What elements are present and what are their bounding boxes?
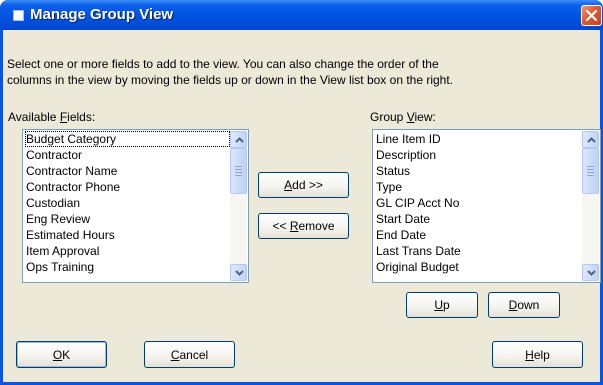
list-item[interactable]: Item Approval bbox=[25, 243, 230, 259]
cancel-button[interactable]: Cancel bbox=[144, 341, 235, 368]
list-item[interactable]: Contractor bbox=[25, 147, 230, 163]
list-item[interactable]: GL CIP Acct No bbox=[375, 195, 582, 211]
move-up-button[interactable]: Up bbox=[406, 292, 478, 318]
available-fields-list[interactable]: Budget Category Contractor Contractor Na… bbox=[22, 129, 249, 283]
ok-button[interactable]: OK bbox=[16, 341, 107, 368]
scroll-down-button[interactable] bbox=[230, 264, 247, 281]
scroll-thumb[interactable] bbox=[230, 148, 247, 194]
list-item[interactable]: Status bbox=[375, 163, 582, 179]
list-item[interactable]: Description bbox=[375, 147, 582, 163]
list-item[interactable]: Contractor Name bbox=[25, 163, 230, 179]
close-button[interactable] bbox=[581, 5, 602, 26]
list-item[interactable]: Contractor Phone bbox=[25, 179, 230, 195]
move-down-button[interactable]: Down bbox=[488, 292, 560, 318]
instructions-text: Select one or more fields to add to the … bbox=[7, 57, 454, 87]
chevron-down-icon bbox=[587, 270, 596, 276]
available-fields-label: Available Fields: bbox=[8, 110, 96, 124]
list-item[interactable]: Custodian bbox=[25, 195, 230, 211]
available-scrollbar[interactable] bbox=[230, 131, 247, 281]
window-title: Manage Group View bbox=[30, 6, 174, 23]
list-item[interactable]: Type bbox=[375, 179, 582, 195]
list-item[interactable]: Last Trans Date bbox=[375, 243, 582, 259]
list-item[interactable]: Line Item ID bbox=[375, 131, 582, 147]
help-button[interactable]: Help bbox=[492, 341, 583, 368]
chevron-up-icon bbox=[235, 137, 244, 143]
scroll-up-button[interactable] bbox=[582, 131, 599, 148]
title-bar[interactable]: Manage Group View bbox=[0, 0, 603, 30]
list-item[interactable]: Ops Training bbox=[25, 259, 230, 275]
chevron-down-icon bbox=[235, 270, 244, 276]
dialog-window: Manage Group View Select one or more fie… bbox=[0, 0, 603, 385]
list-item[interactable]: Start Date bbox=[375, 211, 582, 227]
scroll-down-button[interactable] bbox=[582, 264, 599, 281]
scroll-up-button[interactable] bbox=[230, 131, 247, 148]
chevron-up-icon bbox=[587, 137, 596, 143]
list-item[interactable]: End Date bbox=[375, 227, 582, 243]
scroll-thumb[interactable] bbox=[582, 148, 599, 194]
list-item[interactable]: Estimated Hours bbox=[25, 227, 230, 243]
list-item[interactable]: Eng Review bbox=[25, 211, 230, 227]
remove-button[interactable]: << Remove bbox=[258, 213, 349, 239]
group-view-scrollbar[interactable] bbox=[582, 131, 599, 281]
list-item[interactable]: Budget Category bbox=[25, 131, 230, 147]
window-icon bbox=[13, 10, 24, 21]
add-button[interactable]: Add >> bbox=[258, 172, 349, 198]
group-view-label: Group View: bbox=[370, 110, 436, 124]
close-icon bbox=[585, 9, 598, 22]
list-item[interactable]: Original Budget bbox=[375, 259, 582, 275]
group-view-list[interactable]: Line Item ID Description Status Type GL … bbox=[372, 129, 601, 283]
dialog-body: Select one or more fields to add to the … bbox=[3, 30, 601, 382]
